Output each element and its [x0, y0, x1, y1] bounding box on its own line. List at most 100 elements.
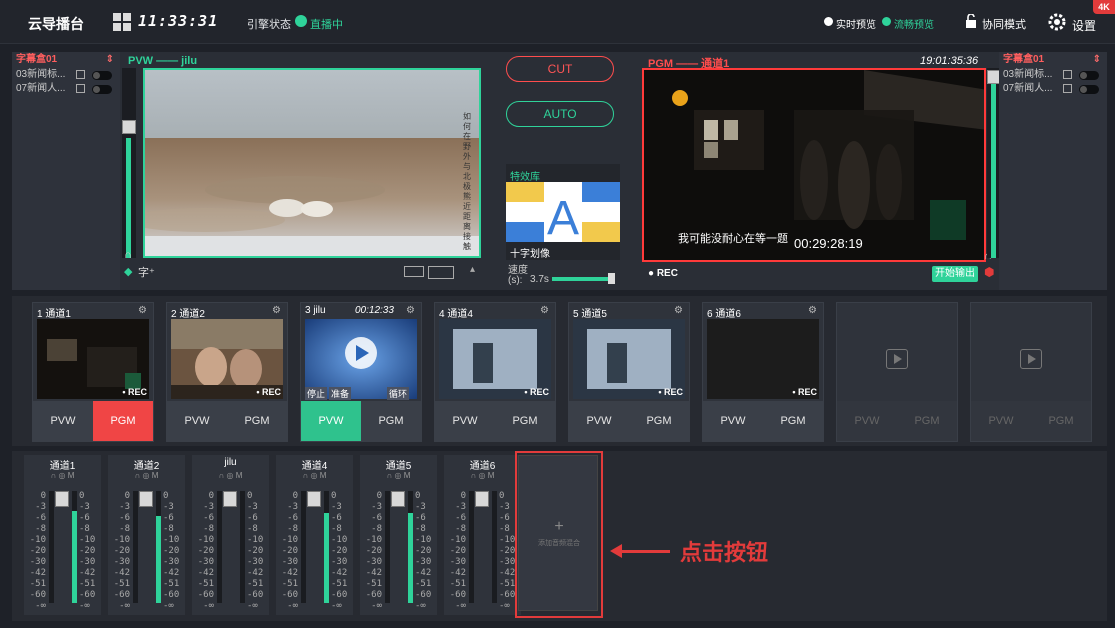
realtime-preview-label[interactable]: 实时预览: [836, 16, 876, 31]
gear-icon[interactable]: ⚙: [406, 305, 415, 316]
cube-icon[interactable]: ◆: [124, 265, 132, 278]
edit-icon[interactable]: [76, 84, 85, 93]
pgm-button[interactable]: PGM: [763, 401, 823, 441]
db-scale-tick: -10: [163, 535, 180, 545]
text-overlay-icon[interactable]: 字⁺: [138, 264, 155, 280]
edit-icon[interactable]: [76, 70, 85, 79]
auto-button[interactable]: AUTO: [506, 101, 614, 127]
db-scale-tick: -30: [113, 557, 130, 567]
subtitle-box-select[interactable]: 字幕盒01 ⇕: [999, 52, 1107, 68]
layout-icon[interactable]: [428, 266, 454, 279]
db-scale-tick: -6: [79, 513, 90, 523]
smooth-preview-label[interactable]: 流畅预览: [894, 16, 934, 31]
fader-knob[interactable]: [122, 120, 136, 134]
effect-thumbnail[interactable]: A: [506, 182, 620, 242]
cut-button[interactable]: CUT: [506, 56, 614, 82]
volume-fader-knob[interactable]: [307, 491, 321, 507]
pgm-button[interactable]: PGM: [629, 401, 689, 441]
subtitle-item[interactable]: 07新闻人...: [12, 82, 120, 96]
subtitle-item-label: 07新闻人...: [16, 83, 66, 94]
pvw-button[interactable]: PVW: [167, 401, 227, 441]
expand-icon[interactable]: ▴: [470, 264, 475, 275]
subtitle-item[interactable]: 03新闻标...: [999, 68, 1107, 82]
subtitle-toggle[interactable]: [92, 85, 112, 94]
edit-icon[interactable]: [1063, 70, 1072, 79]
gear-icon[interactable]: ⚙: [138, 305, 147, 316]
right-subtitle-panel: 字幕盒01 ⇕ 03新闻标... 07新闻人...: [999, 52, 1107, 290]
subtitle-toggle[interactable]: [1079, 85, 1099, 94]
pvw-button[interactable]: PVW: [435, 401, 495, 441]
db-scale-tick: -3: [371, 502, 382, 512]
gear-icon[interactable]: ⚙: [540, 305, 549, 316]
pvw-volume-fader[interactable]: [122, 68, 136, 258]
pvw-button[interactable]: PVW: [971, 401, 1031, 441]
headphone-icon[interactable]: ∩: [124, 249, 132, 261]
volume-fader-knob[interactable]: [139, 491, 153, 507]
subtitle-item[interactable]: 07新闻人...: [999, 82, 1107, 96]
pvw-button[interactable]: PVW: [703, 401, 763, 441]
subtitle-toggle[interactable]: [92, 71, 112, 80]
smooth-preview-radio[interactable]: [882, 17, 891, 26]
effects-library[interactable]: 特效库 A 十字划像: [506, 164, 620, 260]
start-output-button[interactable]: 开始输出: [932, 266, 978, 282]
settings-button[interactable]: 设置: [1072, 17, 1096, 34]
empty-channel-card[interactable]: PVW PGM: [836, 302, 958, 442]
channel-card[interactable]: 3 jilu 00:12:33 ⚙ 停止 准备 循环 PVW PGM: [300, 302, 422, 442]
empty-channel-card[interactable]: PVW PGM: [970, 302, 1092, 442]
speed-slider-knob[interactable]: [608, 273, 615, 284]
gear-icon[interactable]: ⚙: [808, 305, 817, 316]
cube-icon[interactable]: ⬢: [984, 265, 994, 279]
gear-icon[interactable]: [1048, 13, 1066, 31]
db-scale-tick: 0: [163, 491, 169, 501]
audio-strip-controls[interactable]: ∩ ◎ M: [108, 471, 185, 480]
subtitle-toggle[interactable]: [1079, 71, 1099, 80]
audio-strip-controls[interactable]: ∩ ◎ M: [276, 471, 353, 480]
ready-button[interactable]: 准备: [329, 387, 352, 400]
db-scale-tick: -42: [29, 568, 46, 578]
subtitle-box-select[interactable]: 字幕盒01 ⇕: [12, 52, 120, 68]
pgm-button[interactable]: PGM: [93, 401, 153, 441]
play-icon[interactable]: [1020, 349, 1042, 369]
pgm-button[interactable]: PGM: [227, 401, 287, 441]
play-icon[interactable]: [886, 349, 908, 369]
channel-card[interactable]: 6 通道6 ⚙ • REC PVW PGM: [702, 302, 824, 442]
channel-card[interactable]: 2 通道2 ⚙ • REC PVW PGM: [166, 302, 288, 442]
audio-strip-controls[interactable]: ∩ ◎ M: [192, 471, 269, 480]
pvw-button[interactable]: PVW: [569, 401, 629, 441]
pvw-button[interactable]: PVW: [33, 401, 93, 441]
channel-card[interactable]: 4 通道4 ⚙ • REC PVW PGM: [434, 302, 556, 442]
audio-strip-controls[interactable]: ∩ ◎ M: [360, 471, 437, 480]
layout-icon[interactable]: [404, 266, 424, 277]
loop-button[interactable]: 循环: [387, 387, 410, 400]
edit-icon[interactable]: [1063, 84, 1072, 93]
stop-button[interactable]: 停止: [305, 387, 328, 400]
db-scale-tick: -10: [281, 535, 298, 545]
collab-mode-button[interactable]: 协同模式: [982, 16, 1026, 32]
main-area: 字幕盒01 ⇕ 03新闻标... 07新闻人... ∩ ◆ 字⁺ PVW —— j…: [12, 52, 1107, 290]
db-scale-tick: -60: [365, 590, 382, 600]
unlock-icon[interactable]: [965, 14, 977, 28]
channel-card[interactable]: 1 通道1 ⚙ • REC PVW PGM: [32, 302, 154, 442]
level-meter: [469, 491, 474, 603]
realtime-preview-radio[interactable]: [824, 17, 833, 26]
speed-slider[interactable]: [552, 277, 614, 281]
volume-fader-knob[interactable]: [55, 491, 69, 507]
audio-strip-controls[interactable]: ∩ ◎ M: [444, 471, 521, 480]
audio-strip-controls[interactable]: ∩ ◎ M: [24, 471, 101, 480]
pgm-button[interactable]: PGM: [361, 401, 421, 441]
pgm-button[interactable]: PGM: [1031, 401, 1091, 441]
volume-fader-knob[interactable]: [391, 491, 405, 507]
pvw-button[interactable]: PVW: [301, 401, 361, 441]
db-scale-tick: -6: [287, 513, 298, 523]
pgm-button[interactable]: PGM: [897, 401, 957, 441]
gear-icon[interactable]: ⚙: [272, 305, 281, 316]
gear-icon[interactable]: ⚙: [674, 305, 683, 316]
channel-card[interactable]: 5 通道5 ⚙ • REC PVW PGM: [568, 302, 690, 442]
volume-fader-knob[interactable]: [475, 491, 489, 507]
volume-fader-knob[interactable]: [223, 491, 237, 507]
pgm-button[interactable]: PGM: [495, 401, 555, 441]
db-scale-tick: -30: [247, 557, 264, 567]
pvw-button[interactable]: PVW: [837, 401, 897, 441]
subtitle-item[interactable]: 03新闻标...: [12, 68, 120, 82]
db-scale-tick: -42: [197, 568, 214, 578]
